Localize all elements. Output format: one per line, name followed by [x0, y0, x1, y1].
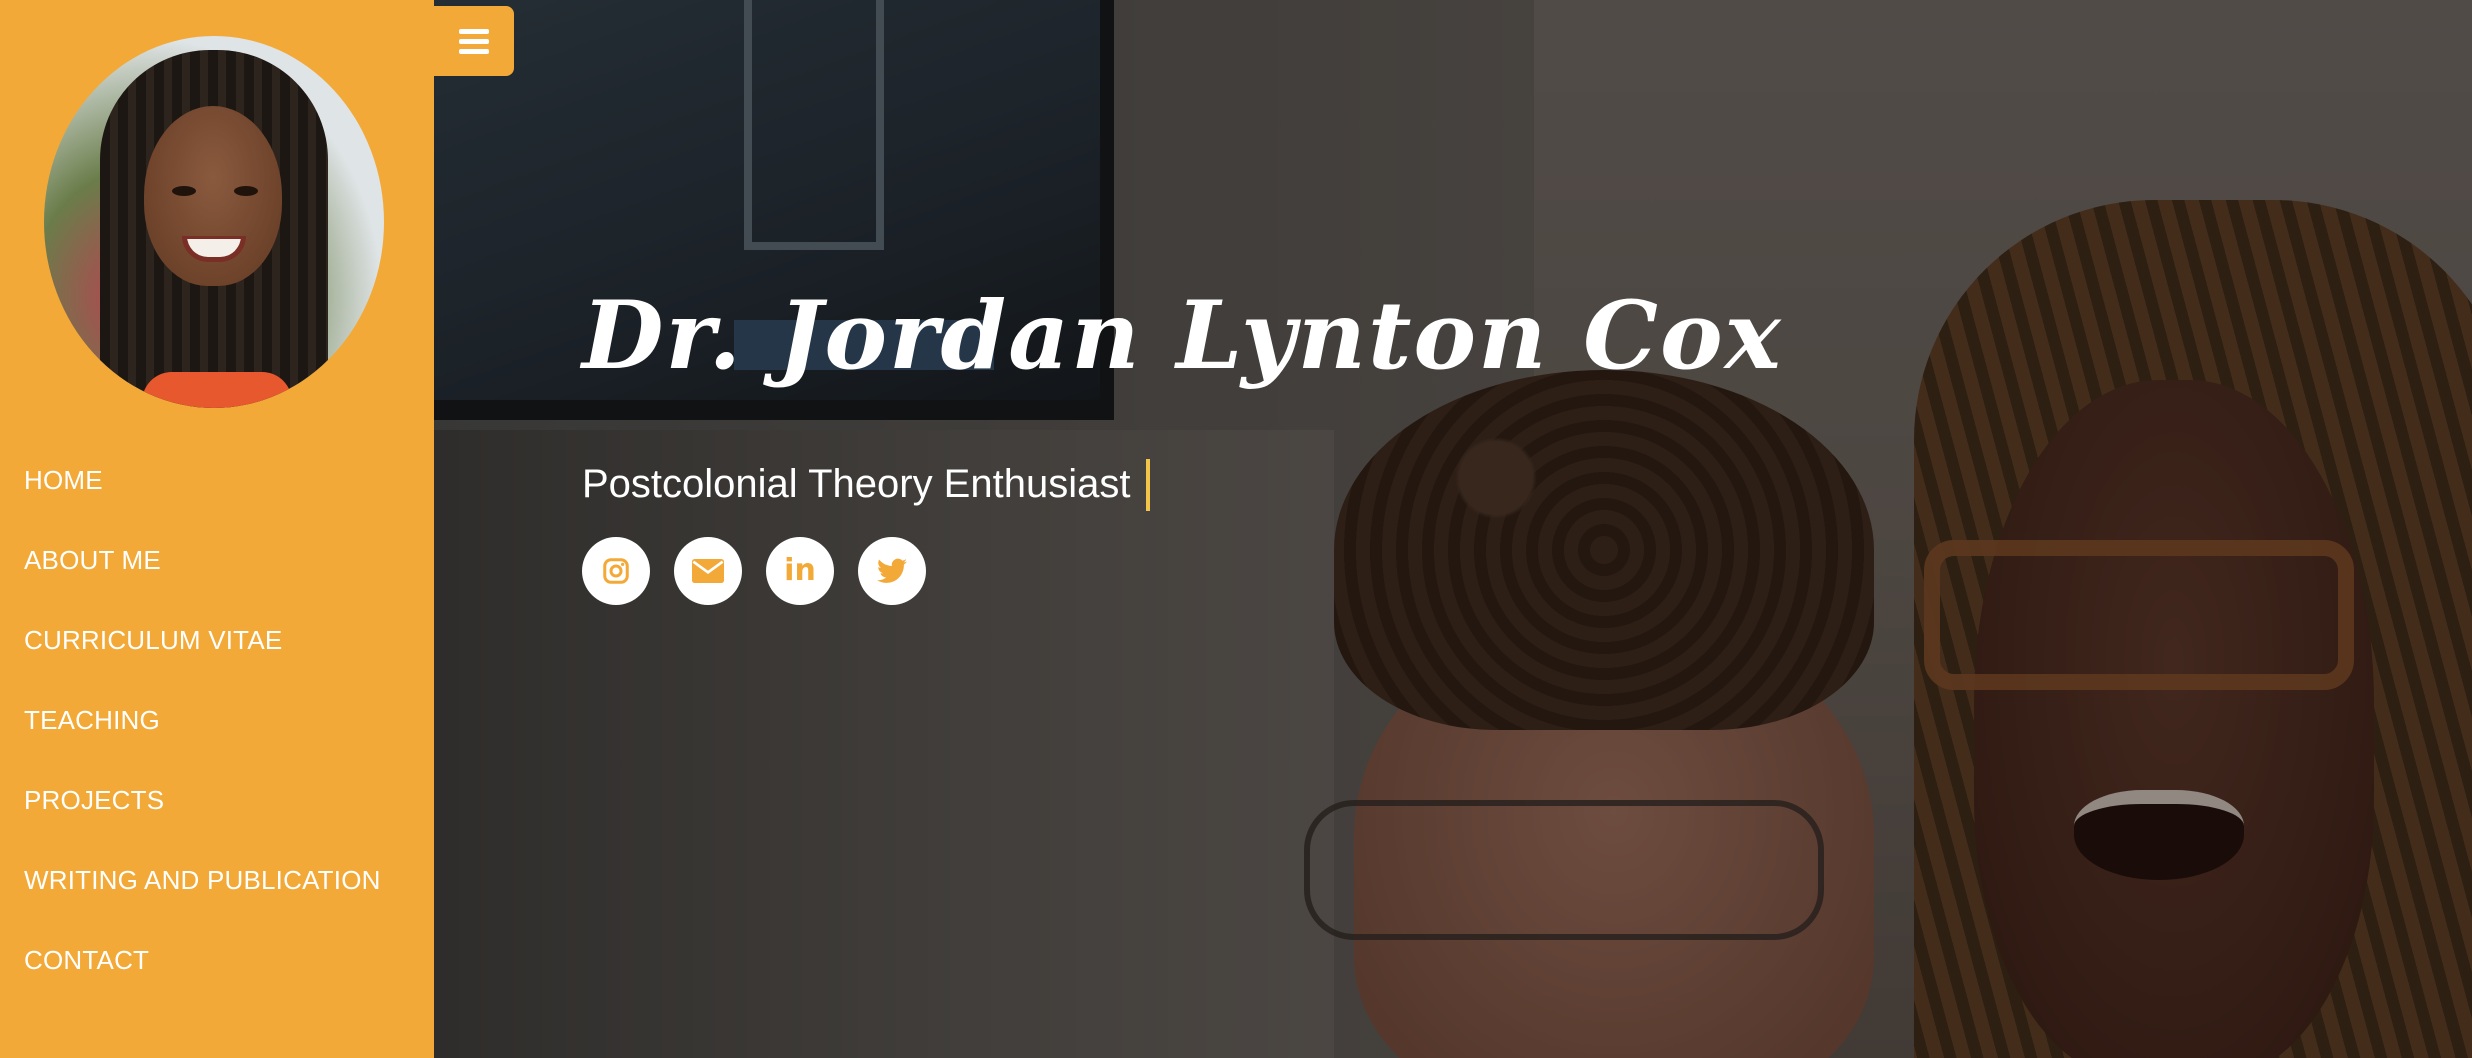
- email-link[interactable]: [674, 536, 742, 605]
- sidebar: HOME ABOUT ME CURRICULUM VITAE TEACHING …: [0, 0, 434, 1058]
- hero-name: Dr. Jordan Lynton Cox: [582, 281, 1783, 391]
- hero-subtitle-wrapper: Postcolonial Theory Enthusiast: [582, 458, 1783, 511]
- profile-photo: [44, 36, 384, 408]
- envelope-icon: [692, 558, 724, 583]
- nav-item-curriculum-vitae[interactable]: CURRICULUM VITAE: [24, 600, 381, 680]
- instagram-icon: [603, 558, 629, 584]
- sidebar-nav: HOME ABOUT ME CURRICULUM VITAE TEACHING …: [24, 440, 381, 1000]
- hero-subtitle: Postcolonial Theory Enthusiast: [582, 462, 1131, 507]
- nav-item-home[interactable]: HOME: [24, 440, 381, 520]
- linkedin-link[interactable]: in: [766, 536, 834, 605]
- hamburger-icon: [459, 24, 489, 59]
- typing-cursor: [1146, 458, 1151, 511]
- nav-item-teaching[interactable]: TEACHING: [24, 680, 381, 760]
- hero-content: Dr. Jordan Lynton Cox Postcolonial Theor…: [582, 280, 1783, 605]
- instagram-link[interactable]: [582, 536, 650, 605]
- nav-item-contact[interactable]: CONTACT: [24, 920, 381, 1000]
- nav-item-writing-and-publication[interactable]: WRITING AND PUBLICATION: [24, 840, 381, 920]
- social-links: in: [582, 536, 1783, 605]
- twitter-icon: [877, 558, 907, 583]
- nav-item-projects[interactable]: PROJECTS: [24, 760, 381, 840]
- linkedin-icon: in: [784, 553, 816, 589]
- menu-toggle-button[interactable]: [434, 6, 514, 76]
- nav-item-about-me[interactable]: ABOUT ME: [24, 520, 381, 600]
- twitter-link[interactable]: [858, 536, 926, 605]
